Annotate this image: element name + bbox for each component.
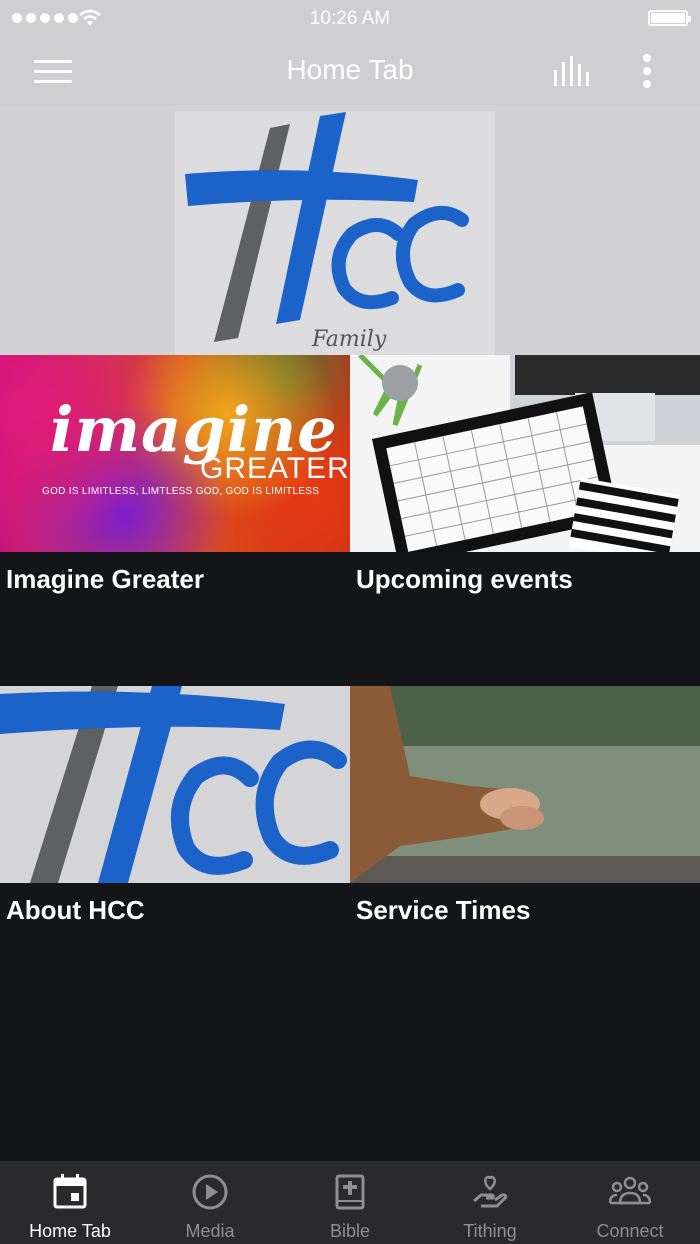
bottom-tab-bar: Home Tab Media Bible Tithing Connect — [0, 1161, 700, 1244]
tile-imagine-greater[interactable]: imagine GREATER GOD IS LIMITLESS, LIMTLE… — [0, 355, 350, 686]
tile-label: Service Times — [356, 895, 531, 925]
audio-levels-icon[interactable] — [552, 56, 592, 86]
battery-icon — [648, 10, 691, 26]
hcc-logo-crop — [0, 686, 350, 883]
hcc-logo: Family — [175, 111, 495, 356]
tab-home[interactable]: Home Tab — [0, 1161, 140, 1244]
page-title: Home Tab — [286, 54, 414, 85]
tab-label: Media — [185, 1221, 235, 1241]
tile-label: Imagine Greater — [6, 564, 204, 594]
praying-hands-illustration — [350, 686, 700, 883]
more-vertical-icon[interactable] — [636, 52, 658, 90]
play-circle-icon — [192, 1174, 228, 1210]
imagine-greater-image: imagine GREATER GOD IS LIMITLESS, LIMTLE… — [0, 355, 350, 552]
content-grid: imagine GREATER GOD IS LIMITLESS, LIMTLE… — [0, 355, 700, 1017]
tab-tithing[interactable]: Tithing — [420, 1161, 560, 1244]
tile-label: About HCC — [6, 895, 145, 925]
tile-upcoming-events[interactable]: Upcoming events — [350, 355, 700, 686]
bible-icon — [335, 1174, 365, 1210]
tab-label: Home Tab — [29, 1221, 111, 1241]
calendar-icon — [53, 1174, 87, 1209]
tab-bible[interactable]: Bible — [280, 1161, 420, 1244]
nav-bar: Home Tab — [0, 36, 700, 106]
tab-label: Tithing — [463, 1221, 517, 1241]
tile-label: Upcoming events — [356, 564, 573, 594]
image-word-greater: GREATER — [200, 452, 350, 485]
planner-illustration — [350, 355, 700, 552]
tile-service-times[interactable]: Service Times — [350, 686, 700, 1017]
status-bar: 10:26 AM — [0, 0, 700, 36]
tab-connect[interactable]: Connect — [560, 1161, 700, 1244]
image-tagline: GOD IS LIMITLESS, LIMTLESS GOD, GOD IS L… — [42, 486, 320, 497]
planner-desk-image — [350, 355, 700, 552]
lake-hands-image — [350, 686, 700, 883]
about-hcc-image — [0, 686, 350, 883]
tab-label: Connect — [596, 1221, 664, 1241]
tile-about-hcc[interactable]: About HCC — [0, 686, 350, 1017]
content-empty-area — [0, 1017, 700, 1161]
tab-media[interactable]: Media — [140, 1161, 280, 1244]
group-icon — [609, 1176, 651, 1205]
logo-sub-text: Family — [311, 327, 387, 352]
status-time: 10:26 AM — [309, 8, 391, 29]
hand-heart-icon — [473, 1175, 508, 1208]
church-logo-banner: Family — [0, 106, 700, 356]
tab-label: Bible — [329, 1221, 371, 1241]
